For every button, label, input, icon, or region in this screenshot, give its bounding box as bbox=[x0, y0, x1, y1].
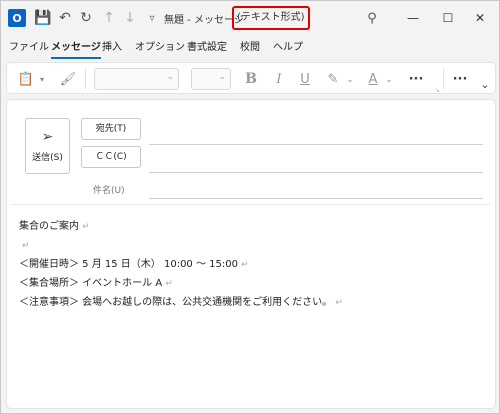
menu-format[interactable]: 書式設定 bbox=[187, 39, 227, 57]
subject-field[interactable] bbox=[149, 198, 483, 199]
redo-icon[interactable]: ↻ bbox=[77, 9, 95, 27]
paragraph-mark-icon: ↵ bbox=[22, 241, 30, 251]
body-line: ＜注意事項＞ 会場へお越しの際は、公共交通機関をご利用ください。 ↵ bbox=[19, 297, 343, 308]
more-options-icon[interactable]: ··· bbox=[407, 70, 425, 88]
body-line: 集合のご案内 ↵ bbox=[19, 221, 90, 232]
outlook-logo-icon: O bbox=[8, 9, 26, 27]
menu-message[interactable]: メッセージ bbox=[51, 39, 101, 59]
italic-icon[interactable]: I bbox=[271, 70, 287, 88]
body-line: ＜集合場所＞ イベントホール A ↵ bbox=[19, 278, 173, 289]
to-button[interactable]: 宛先(T) bbox=[81, 118, 141, 140]
title-bar: O 💾 ↶ ↻ ↑ ↓ ▿ 無題 - メッセージ (テキスト形式) ⚲ — ☐ … bbox=[1, 1, 499, 35]
chevron-down-icon: ⌄ bbox=[166, 72, 174, 82]
expand-ribbon-icon[interactable]: ⌄ bbox=[479, 75, 491, 93]
compose-area: ➢ 送信(S) 宛先(T) ＣＣ(C) 件名(U) 集合のご案内 ↵ ↵ ＜開催日… bbox=[6, 99, 496, 409]
paragraph-mark-icon: ↵ bbox=[165, 279, 173, 289]
chevron-down-icon: ⌄ bbox=[218, 72, 226, 82]
maximize-button[interactable]: ☐ bbox=[434, 7, 462, 29]
chevron-down-icon[interactable]: ⌄ bbox=[345, 70, 355, 88]
font-name-combo[interactable]: ⌄ bbox=[94, 68, 179, 90]
paragraph-mark-icon: ↵ bbox=[82, 222, 90, 232]
more-commands-icon[interactable]: ··· bbox=[451, 70, 469, 88]
paragraph-mark-icon: ↵ bbox=[335, 298, 343, 308]
body-line: ↵ bbox=[19, 236, 343, 255]
send-label: 送信(S) bbox=[32, 153, 63, 163]
minimize-button[interactable]: — bbox=[399, 7, 427, 29]
chevron-down-icon[interactable]: ⌄ bbox=[384, 70, 394, 88]
customize-toolbar-icon[interactable]: ▿ bbox=[143, 9, 161, 27]
subject-label: 件名(U) bbox=[93, 186, 125, 196]
undo-icon[interactable]: ↶ bbox=[56, 9, 74, 27]
menu-help[interactable]: ヘルプ bbox=[273, 39, 303, 57]
close-button[interactable]: ✕ bbox=[466, 7, 494, 29]
menu-file[interactable]: ファイル bbox=[9, 39, 49, 57]
to-field[interactable] bbox=[149, 144, 483, 145]
previous-item-icon[interactable]: ↑ bbox=[100, 9, 118, 27]
ribbon-divider bbox=[85, 69, 86, 89]
paste-dropdown-icon[interactable]: ▾ bbox=[37, 70, 47, 88]
header-divider bbox=[11, 204, 491, 205]
menu-bar: ファイル メッセージ 挿入 オプション 書式設定 校閲 ヘルプ bbox=[1, 39, 499, 59]
send-button[interactable]: ➢ 送信(S) bbox=[25, 118, 70, 174]
font-size-combo[interactable]: ⌄ bbox=[191, 68, 231, 90]
paragraph-mark-icon: ↵ bbox=[240, 260, 249, 270]
menu-insert[interactable]: 挿入 bbox=[102, 39, 122, 57]
highlight-icon[interactable]: ✎ bbox=[325, 70, 341, 88]
format-painter-icon[interactable]: 🖌 bbox=[59, 70, 77, 88]
font-color-icon[interactable]: A bbox=[365, 70, 381, 88]
format-indicator: (テキスト形式) bbox=[232, 6, 310, 30]
bold-icon[interactable]: B bbox=[243, 70, 259, 88]
paste-icon[interactable]: 📋 bbox=[17, 70, 35, 88]
send-icon: ➢ bbox=[41, 129, 54, 145]
next-item-icon[interactable]: ↓ bbox=[121, 9, 139, 27]
save-icon[interactable]: 💾 bbox=[34, 9, 52, 27]
body-line: ＜開催日時＞ 5 月 15 日（木） 10:00 ～ 15:00 ↵ bbox=[19, 259, 249, 270]
search-icon[interactable]: ⚲ bbox=[363, 9, 381, 27]
ribbon-divider bbox=[443, 69, 444, 89]
menu-options[interactable]: オプション bbox=[135, 39, 185, 57]
message-body[interactable]: 集合のご案内 ↵ ↵ ＜開催日時＞ 5 月 15 日（木） 10:00 ～ 15:… bbox=[19, 217, 343, 312]
ribbon-toolbar: 📋 ▾ 🖌 ⌄ ⌄ B I U ✎ ⌄ A ⌄ ··· ↘ ··· ⌄ bbox=[6, 62, 496, 94]
cc-button[interactable]: ＣＣ(C) bbox=[81, 146, 141, 168]
underline-icon[interactable]: U bbox=[297, 70, 313, 88]
dialog-launcher-icon[interactable]: ↘ bbox=[435, 87, 440, 94]
outlook-compose-window: O 💾 ↶ ↻ ↑ ↓ ▿ 無題 - メッセージ (テキスト形式) ⚲ — ☐ … bbox=[0, 0, 500, 414]
cc-field[interactable] bbox=[149, 172, 483, 173]
menu-review[interactable]: 校閲 bbox=[240, 39, 260, 57]
